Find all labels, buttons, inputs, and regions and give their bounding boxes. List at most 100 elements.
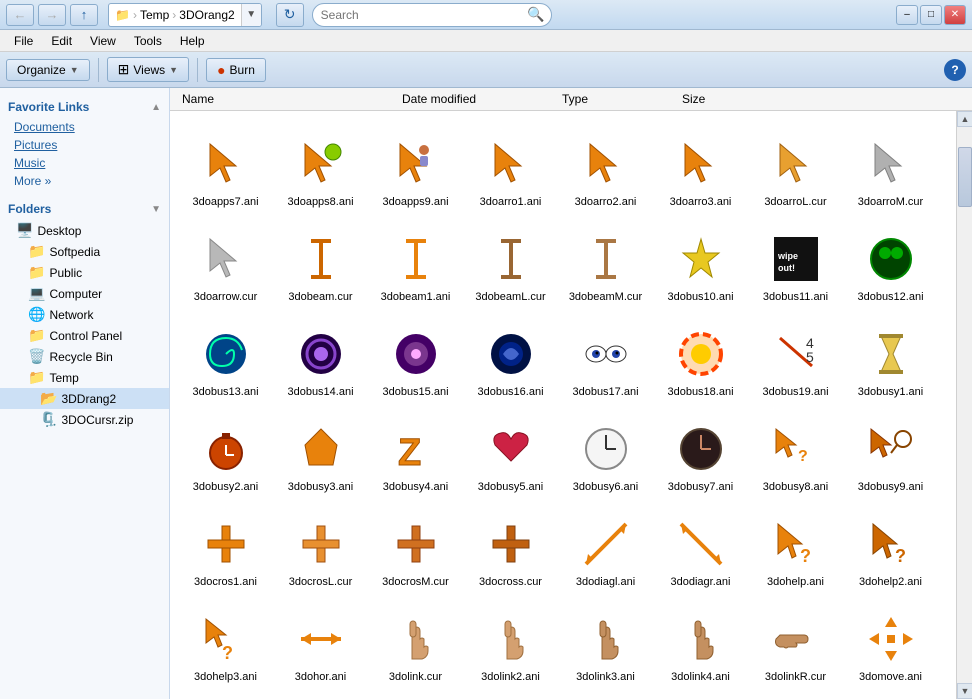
file-item[interactable]: 3doapps8.ani [273,119,368,214]
file-item[interactable]: 3dolinkR.cur [748,594,843,689]
refresh-button[interactable]: ↻ [276,3,304,27]
file-item[interactable]: 3dobeamM.cur [558,214,653,309]
file-item[interactable]: 3dobeamL.cur [463,214,558,309]
maximize-button[interactable]: □ [920,5,942,25]
menu-help[interactable]: Help [172,32,213,50]
address-dropdown[interactable]: ▼ [241,4,261,26]
file-item[interactable]: 3dobusy6.ani [558,404,653,499]
file-item[interactable]: 3dolink2.ani [463,594,558,689]
scroll-thumb[interactable] [958,147,972,207]
file-item[interactable]: 3dovert.ani [653,689,748,699]
folder-item[interactable]: 💻Computer [0,283,169,304]
file-item[interactable]: 3dobusy9.ani [843,404,938,499]
search-icon[interactable]: 🔍 [527,6,544,23]
file-item[interactable]: 3dobus12.ani [843,214,938,309]
scroll-up[interactable]: ▲ [957,111,972,127]
minimize-button[interactable]: – [896,5,918,25]
menu-edit[interactable]: Edit [43,32,80,50]
folder-item[interactable]: 📁Temp [0,367,169,388]
file-item[interactable]: ?3dohelp2.ani [843,499,938,594]
file-item[interactable]: DIZfile_id.diz [748,689,843,699]
file-item[interactable]: 3dobeam1.ani [368,214,463,309]
file-item[interactable]: Z3dobusy4.ani [368,404,463,499]
menu-tools[interactable]: Tools [126,32,170,50]
file-item[interactable]: 3docrosM.cur [368,499,463,594]
sidebar-link-pictures[interactable]: Pictures [0,136,169,154]
scrollbar[interactable]: ▲ ▼ [956,111,972,699]
file-item[interactable]: 3dobusy2.ani [178,404,273,499]
file-item[interactable]: ?3dohelp3.ani [178,594,273,689]
burn-button[interactable]: ● Burn [206,58,266,82]
folder-item[interactable]: 🗑️Recycle Bin [0,346,169,367]
back-button[interactable]: ← [6,4,34,26]
file-item[interactable]: 3dodiagr.ani [653,499,748,594]
sidebar-link-music[interactable]: Music [0,154,169,172]
col-header-type[interactable]: Type [558,90,678,108]
file-item[interactable]: 3dolink.cur [368,594,463,689]
file-item[interactable]: 3docros1.ani [178,499,273,594]
folder-item[interactable]: 📁Control Panel [0,325,169,346]
menu-file[interactable]: File [6,32,41,50]
file-item[interactable]: 3dobeam.cur [273,214,368,309]
sidebar-more[interactable]: More » [0,172,169,190]
file-item[interactable]: 3dobusy1.ani [843,309,938,404]
folder-item[interactable]: 🖥️Desktop [0,220,169,241]
file-item[interactable]: 3dobus14.ani [273,309,368,404]
menu-view[interactable]: View [82,32,124,50]
file-item[interactable]: 3dobusy3.ani [273,404,368,499]
folder-item[interactable]: 🌐Network [0,304,169,325]
views-button[interactable]: ⊞ Views ▼ [107,57,189,82]
organize-button[interactable]: Organize ▼ [6,59,90,81]
file-item[interactable]: INSTAL3O... [843,689,938,699]
file-item[interactable]: 3dolink3.ani [558,594,653,689]
file-item[interactable]: 3docrosL.cur [273,499,368,594]
file-item[interactable]: 3dobusy7.ani [653,404,748,499]
file-item[interactable]: 3domove.ani [843,594,938,689]
breadcrumb-part-1[interactable]: Temp [140,8,169,22]
file-item[interactable]: 3dobusy5.ani [463,404,558,499]
file-item[interactable]: 3doarro1.ani [463,119,558,214]
folder-item[interactable]: 🗜️3DOCursr.zip [0,409,169,430]
file-item[interactable]: 3dolink4.ani [653,594,748,689]
folder-item[interactable]: 📁Public [0,262,169,283]
close-button[interactable]: ✕ [944,5,966,25]
file-item[interactable]: 453dobus19.ani [748,309,843,404]
file-item[interactable]: 3dopen2.ani [558,689,653,699]
up-button[interactable]: ↑ [70,4,98,26]
file-item[interactable]: 3dohor.ani [273,594,368,689]
forward-button[interactable]: → [38,4,66,26]
file-item[interactable]: 3dobus10.ani [653,214,748,309]
folder-item[interactable]: 📂3DDrang2 [0,388,169,409]
folder-item[interactable]: 📁Softpedia [0,241,169,262]
file-item[interactable]: 3dono3.ani [368,689,463,699]
help-button[interactable]: ? [944,59,966,81]
search-input[interactable] [321,8,528,22]
file-item[interactable]: 3dono.ani [178,689,273,699]
file-item[interactable]: wipeout!3dobus11.ani [748,214,843,309]
col-header-size[interactable]: Size [678,90,758,108]
file-item[interactable]: No3dono2.ani [273,689,368,699]
file-item[interactable]: 3doarrow.cur [178,214,273,309]
col-header-date[interactable]: Date modified [398,90,558,108]
file-item[interactable]: 3doarro2.ani [558,119,653,214]
folders-header[interactable]: Folders ▼ [0,198,169,220]
file-item[interactable]: 3dopen.ani [463,689,558,699]
file-item[interactable]: 3doarro3.ani [653,119,748,214]
favorite-links-header[interactable]: Favorite Links ▲ [0,96,169,118]
file-item[interactable]: 3dobus13.ani [178,309,273,404]
file-item[interactable]: ?3dobusy8.ani [748,404,843,499]
col-header-name[interactable]: Name [178,90,398,108]
file-item[interactable]: 3doarroM.cur [843,119,938,214]
file-item[interactable]: 3dobus17.ani [558,309,653,404]
file-item[interactable]: 3doarroL.cur [748,119,843,214]
file-item[interactable]: 3doapps7.ani [178,119,273,214]
file-item[interactable]: ?3dohelp.ani [748,499,843,594]
file-item[interactable]: 3dobus16.ani [463,309,558,404]
breadcrumb-part-2[interactable]: 3DOrang2 [179,8,234,22]
scroll-down[interactable]: ▼ [957,683,972,699]
file-item[interactable]: 3dodiagl.ani [558,499,653,594]
file-item[interactable]: 3dobus18.ani [653,309,748,404]
file-item[interactable]: 3doapps9.ani [368,119,463,214]
file-item[interactable]: 3docross.cur [463,499,558,594]
sidebar-link-documents[interactable]: Documents [0,118,169,136]
